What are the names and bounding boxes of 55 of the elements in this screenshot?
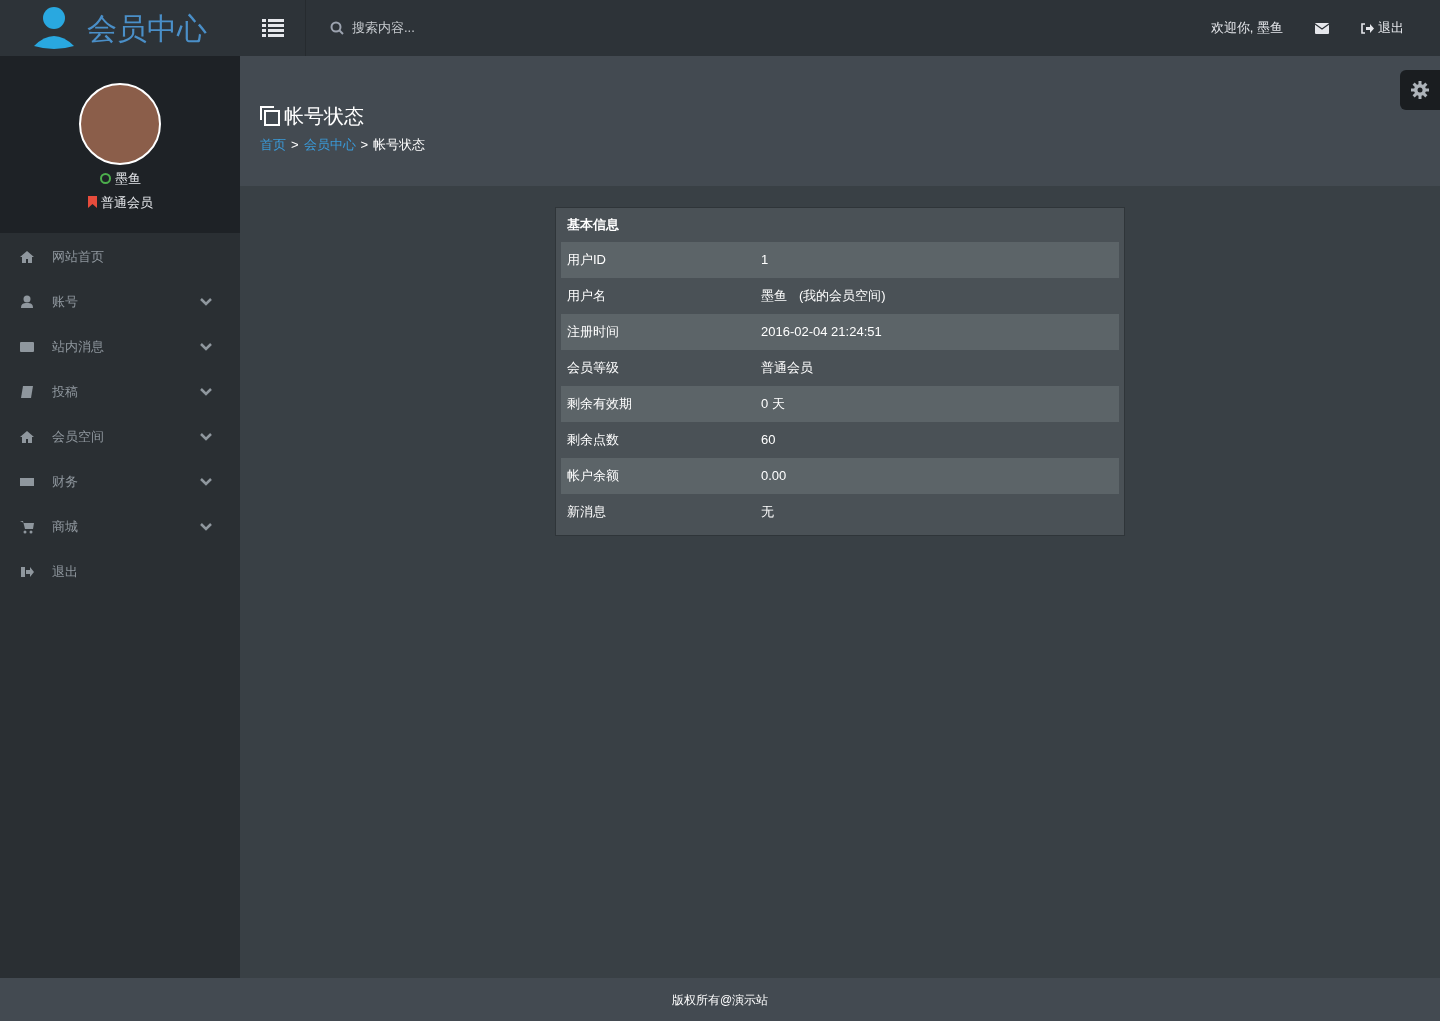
field-value: 60 [761,431,776,450]
space-link[interactable]: (我的会员空间) [799,286,886,306]
mail-icon[interactable] [1315,22,1329,34]
copyright-text: 版权所有@演示站 [671,991,769,1009]
breadcrumb-separator: > [291,136,299,154]
menu-icon [20,339,34,354]
sidebar-item[interactable]: 退出 [0,549,240,594]
panel-title: 基本信息 [566,216,620,235]
logout-link[interactable]: 退出 [1361,18,1404,38]
field-value: 墨鱼 [761,287,787,306]
field-label: 剩余有效期 [566,395,633,414]
settings-button[interactable] [1400,70,1440,110]
member-level: 普通会员 [100,193,153,212]
sidebar-item[interactable]: 商城 [0,504,240,549]
field-value: 0 天 [761,395,785,414]
field-value: 0.00 [761,467,787,486]
copy-icon [260,106,280,126]
menu-icon [20,249,34,264]
list-icon [261,19,284,37]
field-label: 剩余点数 [566,431,620,450]
sidebar-item[interactable]: 财务 [0,459,240,504]
breadcrumb-current: 帐号状态 [373,136,426,154]
menu-icon [20,294,34,309]
breadcrumb-link[interactable]: 首页 [260,135,286,155]
logout-icon [1361,22,1374,34]
field-value: 普通会员 [761,359,813,378]
page-title: 帐号状态 [284,104,364,129]
field-label: 用户名 [566,287,607,306]
field-value: 1 [761,251,769,270]
menu-icon [20,429,34,444]
sidebar-item[interactable]: 网站首页 [0,234,240,279]
breadcrumb-separator: > [360,136,369,154]
menu-icon [20,564,34,579]
field-label: 用户ID [566,251,607,270]
site-logo-title: 会员中心 [87,10,207,47]
breadcrumb-link[interactable]: 会员中心 [303,135,356,155]
username: 墨鱼 [114,170,141,188]
welcome-text: 欢迎你, 墨鱼 [1210,19,1283,38]
sidebar-item[interactable]: 投稿 [0,369,240,414]
menu-icon [20,384,34,399]
settings-icon [1411,81,1429,99]
search-field[interactable]: 搜索内容... [352,18,552,38]
field-value: 无 [761,503,774,522]
field-label: 帐户余额 [566,467,620,486]
search-icon [330,21,344,35]
field-label: 注册时间 [566,323,620,342]
user-logo-icon [33,6,75,50]
field-value: 2016-02-04 21:24:51 [761,323,882,342]
sidebar-item[interactable]: 站内消息 [0,324,240,369]
field-label: 会员等级 [566,359,620,378]
field-label: 新消息 [566,503,607,522]
sidebar-item[interactable]: 会员空间 [0,414,240,459]
sidebar-item[interactable]: 账号 [0,279,240,324]
menu-icon [20,519,34,534]
bookmark-icon [87,196,97,209]
